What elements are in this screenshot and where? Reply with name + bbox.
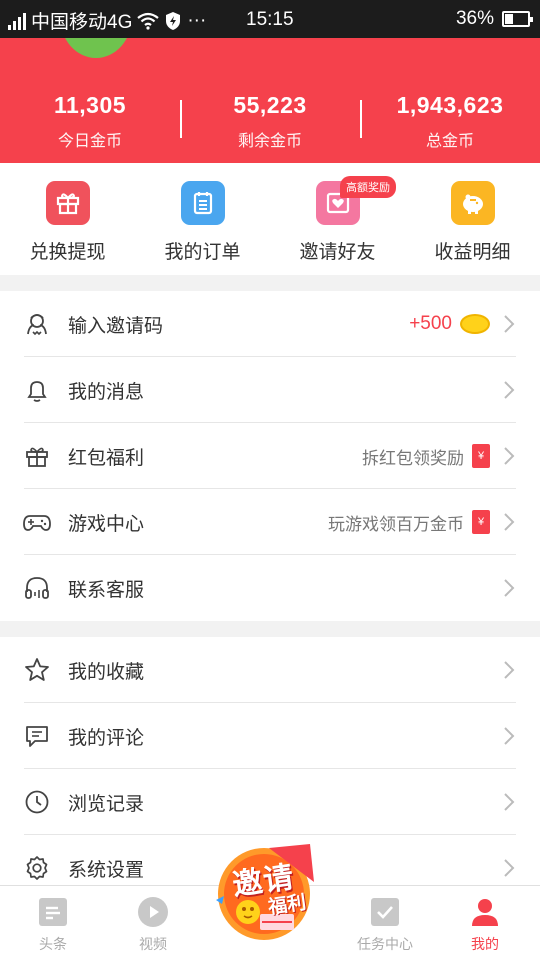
invite-reward: +500 xyxy=(409,313,490,335)
chevron-right-icon xyxy=(498,857,520,879)
chevron-right-icon xyxy=(498,725,520,747)
checkbox-icon xyxy=(369,896,401,928)
menu-item-label: 我的消息 xyxy=(68,381,145,403)
hint-text: 玩游戏领百万金币 xyxy=(328,514,464,534)
status-bar: 中国移动4G ··· 15:15 36% xyxy=(0,0,540,38)
chevron-right-icon xyxy=(498,313,520,335)
menu-item-label: 我的收藏 xyxy=(68,661,145,683)
profile-header: 11,305 今日金币 55,223 剩余金币 1,943,623 总金币 xyxy=(0,38,540,163)
invite-welfare-promo-button[interactable]: 邀请 福利 xyxy=(214,842,324,942)
bell-icon xyxy=(22,375,52,405)
wifi-icon xyxy=(137,12,160,30)
person-icon xyxy=(469,896,501,928)
signal-icon xyxy=(8,12,26,30)
menu-item-favorites[interactable]: 我的收藏 xyxy=(0,637,540,703)
gift-icon xyxy=(22,441,52,471)
quick-action-invite[interactable]: 邀请好友 高额奖励 xyxy=(270,163,405,275)
chevron-right-icon xyxy=(498,659,520,681)
star-icon xyxy=(22,655,52,685)
tab-label: 头条 xyxy=(39,936,67,952)
piggy-bank-icon xyxy=(450,181,495,225)
menu-item-comments[interactable]: 我的评论 xyxy=(0,703,540,769)
battery-percent: 36% xyxy=(455,8,494,29)
stat-remaining-coins[interactable]: 55,223 剩余金币 xyxy=(180,92,360,151)
news-icon xyxy=(37,896,69,928)
comment-icon xyxy=(22,721,52,751)
clipboard-icon xyxy=(180,181,225,225)
play-icon xyxy=(137,896,169,928)
tab-video[interactable]: 视频 xyxy=(108,896,198,954)
reward-badge: 高额奖励 xyxy=(340,176,396,198)
menu-item-label: 联系客服 xyxy=(68,579,145,601)
menu-item-hint: 拆红包领奖励 ¥ xyxy=(362,444,490,469)
chevron-right-icon xyxy=(498,445,520,467)
quick-action-orders[interactable]: 我的订单 xyxy=(135,163,270,275)
hint-text: 拆红包领奖励 xyxy=(362,448,464,468)
quick-action-withdraw[interactable]: 兑换提现 xyxy=(0,163,135,275)
quick-action-label: 我的订单 xyxy=(164,242,241,263)
tab-label: 任务中心 xyxy=(357,936,413,952)
menu-item-customer-service[interactable]: 联系客服 xyxy=(0,555,540,621)
chevron-right-icon xyxy=(498,791,520,813)
tab-label: 我的 xyxy=(471,936,499,952)
tab-headlines[interactable]: 头条 xyxy=(8,896,98,954)
coin-stats: 11,305 今日金币 55,223 剩余金币 1,943,623 总金币 xyxy=(0,92,540,151)
stat-value: 55,223 xyxy=(233,92,307,118)
stat-total-coins[interactable]: 1,943,623 总金币 xyxy=(360,92,540,151)
menu-item-label: 我的评论 xyxy=(68,727,145,749)
stat-today-coins[interactable]: 11,305 今日金币 xyxy=(0,92,180,151)
gamepad-icon xyxy=(22,507,52,537)
menu-item-history[interactable]: 浏览记录 xyxy=(0,769,540,835)
headset-icon xyxy=(22,573,52,603)
more-dots: ··· xyxy=(187,9,207,31)
clock-text: 15:15 xyxy=(246,9,294,30)
reward-amount: +500 xyxy=(409,313,452,334)
red-packet-icon: ¥ xyxy=(472,444,490,468)
stat-value: 11,305 xyxy=(53,92,127,118)
gear-icon xyxy=(22,853,52,883)
menu-item-invite-code[interactable]: 输入邀请码 +500 xyxy=(0,291,540,357)
battery-icon xyxy=(502,11,533,27)
gift-box-icon xyxy=(45,181,90,225)
chevron-right-icon xyxy=(498,511,520,533)
quick-action-label: 兑换提现 xyxy=(29,242,106,263)
tab-label: 视频 xyxy=(139,936,167,952)
stat-label: 总金币 xyxy=(425,133,474,150)
quick-action-earnings[interactable]: 收益明细 xyxy=(405,163,540,275)
quick-action-label: 收益明细 xyxy=(434,242,511,263)
shield-icon xyxy=(166,11,181,30)
chevron-right-icon xyxy=(498,577,520,599)
clock-icon xyxy=(22,787,52,817)
stat-label: 剩余金币 xyxy=(237,133,302,150)
menu-item-label: 浏览记录 xyxy=(68,793,145,815)
invite-code-icon xyxy=(22,309,52,339)
tab-task-center[interactable]: 任务中心 xyxy=(340,896,430,954)
stat-label: 今日金币 xyxy=(57,133,122,150)
chevron-right-icon xyxy=(498,379,520,401)
menu-item-label: 游戏中心 xyxy=(68,513,145,535)
menu-item-hint: 玩游戏领百万金币 ¥ xyxy=(328,510,490,535)
status-left: 中国移动4G ··· xyxy=(8,7,206,34)
status-right: 36% xyxy=(455,8,533,30)
menu-item-label: 红包福利 xyxy=(68,447,145,469)
quick-actions: 兑换提现 我的订单 邀请好友 高额奖励 收益明细 xyxy=(0,163,540,275)
stat-value: 1,943,623 xyxy=(396,92,504,118)
gold-coin-icon xyxy=(460,314,490,334)
carrier-text: 中国移动4G xyxy=(31,12,133,33)
quick-action-label: 邀请好友 xyxy=(299,242,376,263)
tab-mine[interactable]: 我的 xyxy=(440,896,530,954)
avatar[interactable] xyxy=(60,38,132,58)
menu-item-game-center[interactable]: 游戏中心 玩游戏领百万金币 ¥ xyxy=(0,489,540,555)
promo-text-welfare: 福利 xyxy=(267,892,308,919)
menu-item-messages[interactable]: 我的消息 xyxy=(0,357,540,423)
menu-group-main: 输入邀请码 +500 我的消息 红包福利 拆红包领奖励 ¥ 游戏中心 玩游戏领百… xyxy=(0,291,540,621)
red-packet-icon: ¥ xyxy=(472,510,490,534)
menu-item-red-packet[interactable]: 红包福利 拆红包领奖励 ¥ xyxy=(0,423,540,489)
menu-item-label: 输入邀请码 xyxy=(68,315,164,337)
